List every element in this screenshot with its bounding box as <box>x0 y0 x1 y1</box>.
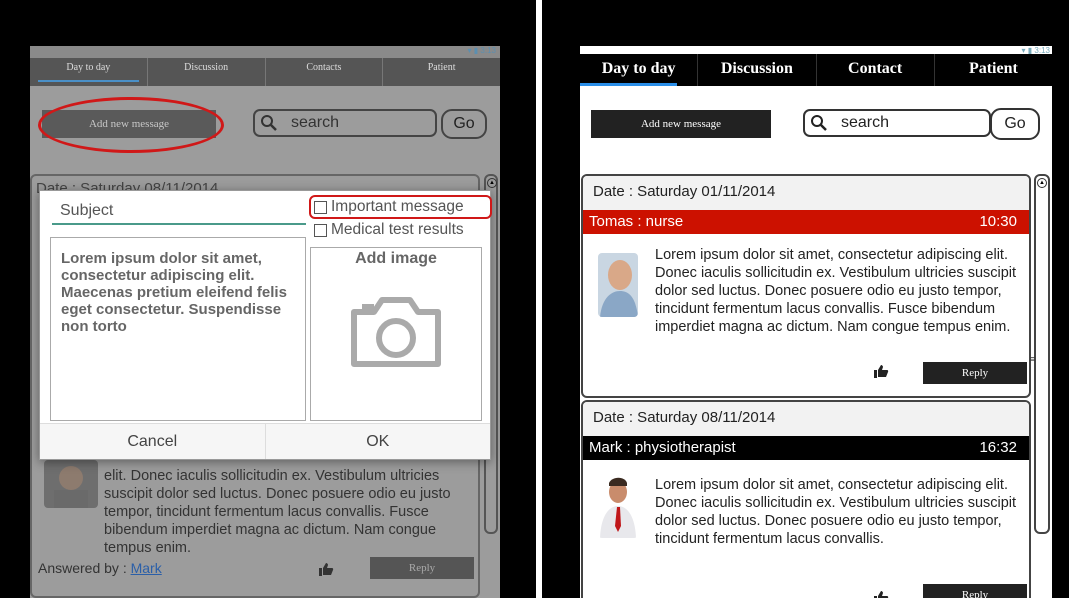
camera-icon <box>311 290 481 370</box>
right-screen: ▾ ▮ 3:13 Day to day Discussion Contact P… <box>542 0 1069 598</box>
thumbs-up-icon[interactable] <box>873 590 889 598</box>
avatar <box>598 253 638 317</box>
tab-contact[interactable]: Contact <box>817 54 935 86</box>
add-image-label: Add image <box>355 250 437 267</box>
avatar <box>44 460 98 508</box>
medical-results-checkbox[interactable]: Medical test results <box>314 221 464 239</box>
reply-button[interactable]: Reply <box>923 362 1027 384</box>
status-time: 3:13 <box>480 46 496 55</box>
checkbox-icon[interactable] <box>314 223 327 237</box>
tab-bar: Day to day Discussion Contacts Patient <box>30 58 500 86</box>
message-date: Date : Saturday 08/11/2014 <box>583 402 1029 436</box>
add-image-box[interactable]: Add image <box>310 247 482 421</box>
avatar <box>598 474 638 538</box>
scroll-up-icon[interactable]: ▲ <box>1037 178 1047 188</box>
message-date: Date : Saturday 01/11/2014 <box>583 176 1029 210</box>
answered-label: Answered by : <box>38 560 127 576</box>
message-textarea[interactable]: Lorem ipsum dolor sit amet, consectetur … <box>50 237 306 421</box>
important-message-label: Important message <box>331 198 464 215</box>
author-name[interactable]: Tomas : nurse <box>589 210 683 234</box>
message-body: Lorem ipsum dolor sit amet, consectetur … <box>655 477 1017 547</box>
search-icon <box>805 114 833 132</box>
scroll-handle-icon[interactable]: ≡ <box>1030 352 1036 366</box>
tab-day-to-day[interactable]: Day to day <box>30 58 148 86</box>
author-name[interactable]: Mark : physiotherapist <box>589 436 736 460</box>
scroll-up-icon[interactable]: ▲ <box>487 178 497 188</box>
message-body: elit. Donec iaculis sollicitudin ex. Ves… <box>104 468 451 556</box>
wifi-icon: ▾ <box>467 46 472 55</box>
answered-by: Answered by : Mark <box>38 560 162 576</box>
tab-patient[interactable]: Patient <box>935 54 1052 86</box>
cancel-button[interactable]: Cancel <box>40 424 266 459</box>
message-time: 10:30 <box>979 213 1017 230</box>
message-body: Lorem ipsum dolor sit amet, consectetur … <box>655 247 1017 335</box>
author-bar: Tomas : nurse 10:30 <box>583 210 1029 234</box>
ok-button[interactable]: OK <box>266 424 491 459</box>
search-input[interactable]: search <box>833 114 889 132</box>
medical-results-label: Medical test results <box>331 221 464 238</box>
checkbox-icon[interactable] <box>314 200 327 214</box>
tab-discussion[interactable]: Discussion <box>148 58 266 86</box>
search-icon <box>255 114 283 132</box>
author-bar: Mark : physiotherapist 16:32 <box>583 436 1029 460</box>
tab-day-to-day[interactable]: Day to day <box>580 54 699 86</box>
thumbs-up-icon[interactable] <box>318 562 334 579</box>
message-time: 16:32 <box>979 439 1017 456</box>
add-new-message-button[interactable]: Add new message <box>591 110 771 138</box>
subject-field[interactable]: Subject <box>52 199 306 225</box>
tab-patient[interactable]: Patient <box>383 58 500 86</box>
reply-button[interactable]: Reply <box>923 584 1027 598</box>
annotation-highlight <box>38 97 224 153</box>
scrollbar[interactable]: ▲ ≡ <box>1030 174 1050 534</box>
search-input[interactable]: search <box>283 114 339 132</box>
reply-button[interactable]: Reply <box>370 557 474 579</box>
battery-icon: ▮ <box>473 46 479 55</box>
new-message-dialog: Subject Important message Medical test r… <box>39 190 492 460</box>
go-button[interactable]: Go <box>990 108 1040 140</box>
search-field[interactable]: search <box>253 109 437 137</box>
answered-by-link[interactable]: Mark <box>131 560 162 576</box>
search-field[interactable]: search <box>803 109 991 137</box>
message-card: Date : Saturday 08/11/2014 Mark : physio… <box>581 400 1031 598</box>
go-button[interactable]: Go <box>441 109 487 139</box>
thumbs-up-icon[interactable] <box>873 364 889 381</box>
tab-bar: Day to day Discussion Contact Patient <box>580 54 1052 86</box>
dialog-footer: Cancel OK <box>40 423 490 459</box>
tab-discussion[interactable]: Discussion <box>698 54 817 86</box>
tab-contacts[interactable]: Contacts <box>266 58 384 86</box>
message-card: Date : Saturday 01/11/2014 Tomas : nurse… <box>581 174 1031 398</box>
left-screen: ▾ ▮ 3:13 Day to day Discussion Contacts … <box>0 0 536 598</box>
important-message-checkbox[interactable]: Important message <box>314 198 464 216</box>
